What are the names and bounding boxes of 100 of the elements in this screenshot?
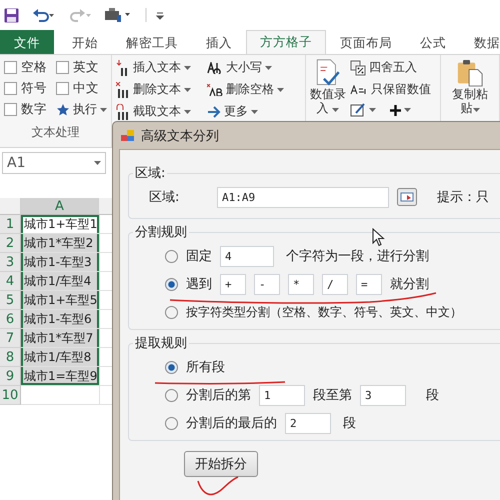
select-all-corner[interactable]	[0, 198, 21, 215]
option-label: 段至第	[313, 387, 352, 404]
row-number[interactable]: 10	[0, 386, 21, 405]
remove-spaces-icon	[207, 84, 223, 96]
option-label: 分割后的第	[186, 387, 251, 404]
text-tool-button[interactable]: 删除文本	[116, 81, 191, 98]
save-icon[interactable]	[4, 8, 19, 22]
redo-icon[interactable]	[69, 8, 91, 22]
delimiter-field[interactable]: +	[220, 274, 246, 294]
number-field[interactable]: 2	[285, 412, 331, 434]
caret-icon	[332, 108, 340, 112]
field-label: 区域:	[149, 189, 180, 206]
caret-icon	[100, 108, 107, 112]
option-label: 个字符为一段，进行分割	[286, 248, 429, 265]
row-number[interactable]: 1	[0, 215, 21, 234]
table-cell: 城市1=车型9	[21, 367, 99, 386]
toolbox-icon[interactable]	[105, 8, 131, 22]
radio-button[interactable]	[165, 416, 178, 430]
option-label: 所有段	[186, 359, 225, 376]
customize-toolbar-icon[interactable]	[145, 8, 167, 22]
checkbox[interactable]	[4, 103, 17, 116]
pencil-table-icon	[350, 103, 366, 117]
arrow-right-icon	[207, 106, 221, 118]
delimiter-field[interactable]: -	[254, 274, 280, 294]
file-tab[interactable]: 文件	[0, 30, 54, 54]
radio-button[interactable]	[165, 306, 178, 318]
check-mark	[197, 476, 238, 496]
group-title: 提取规则	[134, 335, 188, 352]
number-field[interactable]: 1	[259, 384, 305, 406]
caret-icon	[94, 161, 101, 165]
checkbox[interactable]	[56, 82, 69, 95]
table-cell: 城市1-车型3	[21, 253, 99, 272]
delimiter-field[interactable]: /	[322, 274, 348, 294]
round-button[interactable]: 四舍五入	[350, 59, 431, 76]
number-entry-button[interactable]: 数值录 入	[310, 59, 346, 117]
row-number[interactable]: 3	[0, 253, 21, 272]
caret-icon	[265, 66, 272, 70]
row-number[interactable]: 5	[0, 291, 21, 310]
row-number[interactable]: 7	[0, 329, 21, 348]
checkbox-label: 符号	[21, 80, 47, 97]
row-number[interactable]: 2	[0, 234, 21, 253]
caret-icon	[184, 110, 191, 114]
radio-button[interactable]	[165, 388, 178, 402]
keep-numbers-button[interactable]: 只保留数值	[350, 81, 431, 98]
group-title: 区域:	[134, 165, 166, 182]
percent-grid-icon	[350, 60, 366, 76]
column-header[interactable]: A	[21, 198, 99, 215]
caret-icon	[277, 88, 284, 92]
app-icon	[121, 130, 135, 142]
option-label: 段	[426, 387, 439, 404]
radio-button[interactable]	[165, 360, 178, 374]
checkbox-label: 空格	[21, 59, 47, 76]
insert-text-icon	[116, 60, 130, 76]
option-label: 分割后的最后的	[186, 415, 277, 432]
checkbox-label: 数字	[21, 101, 47, 118]
range-field[interactable]: A1:A9	[217, 186, 389, 208]
add-button[interactable]	[390, 103, 411, 117]
option-label: 遇到	[186, 276, 212, 293]
row-number[interactable]: 6	[0, 310, 21, 329]
number-field[interactable]: 3	[360, 384, 406, 406]
caret-icon	[184, 66, 191, 70]
caret-icon	[184, 88, 191, 92]
option-label: 段	[343, 415, 356, 432]
range-picker-icon[interactable]	[397, 188, 417, 206]
plus-icon	[390, 104, 401, 116]
ribbon-tab[interactable]: 方方格子	[246, 30, 326, 54]
start-split-button[interactable]: 开始拆分	[184, 451, 258, 477]
delete-text-icon	[116, 82, 130, 98]
cursor-icon	[372, 228, 385, 246]
row-number[interactable]: 4	[0, 272, 21, 291]
delimiter-field[interactable]: =	[356, 274, 382, 294]
run-button[interactable]: 执行	[56, 101, 112, 118]
dialog-title: 高级文本分列	[141, 128, 219, 144]
row-number[interactable]: 9	[0, 367, 21, 386]
caret-icon	[472, 108, 480, 112]
length-field[interactable]: 4	[220, 246, 274, 266]
edit-table-button[interactable]	[350, 103, 376, 117]
row-number[interactable]: 8	[0, 348, 21, 367]
checkbox[interactable]	[4, 61, 17, 74]
delimiter-field[interactable]: *	[288, 274, 314, 294]
radio-button[interactable]	[165, 278, 178, 290]
copy-paste-button[interactable]: 复制粘 贴	[445, 59, 495, 115]
radio-button[interactable]	[165, 250, 178, 262]
name-box[interactable]: A1	[2, 152, 106, 174]
text-tool-button[interactable]: 插入文本	[116, 59, 191, 76]
text-tool-button[interactable]: 截取文本	[116, 103, 191, 120]
checkbox[interactable]	[56, 61, 69, 74]
table-cell: 城市1-车型6	[21, 310, 99, 329]
text-tool-button[interactable]: 删除空格	[207, 81, 284, 98]
letter-case-icon	[207, 62, 223, 74]
option-label: 固定	[186, 248, 212, 265]
text-tool-button[interactable]: 大小写	[207, 59, 284, 76]
table-cell: 城市1/车型8	[21, 348, 99, 367]
table-cell: 城市1*车型2	[21, 234, 99, 253]
checkbox[interactable]	[4, 82, 17, 95]
text-tool-button[interactable]: 更多	[207, 103, 284, 120]
group-label: 文本处理	[32, 124, 80, 141]
hint-text: 提示：只	[437, 189, 489, 206]
option-label: 按字符类型分割（空格、数字、符号、英文、中文）	[186, 304, 462, 320]
undo-icon[interactable]	[33, 8, 55, 22]
